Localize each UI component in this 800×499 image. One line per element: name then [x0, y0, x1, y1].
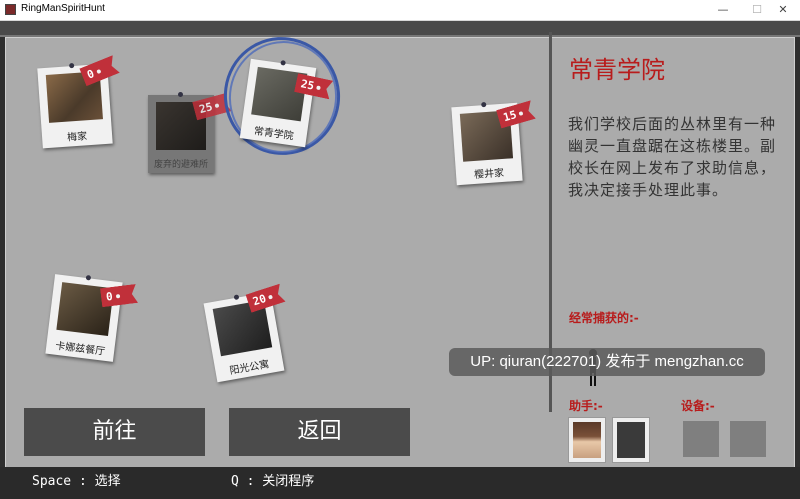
price-value: 15: [501, 108, 519, 125]
equipment-slot-2[interactable]: [730, 421, 766, 457]
location-card-sakurai-house[interactable]: 樱井家 15: [451, 101, 522, 186]
captured-label: 经常捕获的:-: [569, 311, 639, 325]
top-strip: [0, 21, 800, 37]
window-titlebar: RingManSpiritHunt — ☐ ✕: [0, 0, 800, 21]
pin-icon: [280, 60, 286, 66]
location-name: 废弃的避难所: [153, 160, 208, 170]
watermark-overlay: UP: qiuran(222701) 发布于 mengzhan.cc: [449, 348, 765, 376]
location-card-sunshine-apartment[interactable]: 阳光公寓 20: [203, 291, 285, 383]
pin-icon: [178, 92, 183, 97]
location-name: 梅家: [66, 131, 88, 144]
q-key-hint: Q : 关闭程序: [231, 474, 315, 489]
pin-icon: [233, 294, 240, 301]
price-value: 0: [105, 289, 114, 304]
location-card-mei-house[interactable]: 梅家 0: [37, 64, 112, 149]
location-card-abandoned-shelter[interactable]: 废弃的避难所 25: [148, 92, 214, 173]
location-title: 常青学院: [569, 56, 665, 84]
space-key-hint: Space : 选择: [32, 474, 121, 489]
pin-icon: [85, 274, 92, 281]
close-button[interactable]: ✕: [766, 0, 800, 20]
equipment-label: 设备:-: [681, 399, 715, 413]
assistant-card-portrait[interactable]: [568, 417, 606, 463]
footer-bar: Space : 选择 Q : 关闭程序: [0, 467, 800, 499]
pin-icon: [69, 62, 75, 69]
app-icon: [5, 4, 16, 15]
pin-icon: [481, 101, 487, 108]
price-value: 20: [251, 291, 268, 309]
assistant-card-empty[interactable]: [612, 417, 650, 463]
location-card-kanazi-restaurant[interactable]: 卡娜兹餐厅 0: [45, 274, 122, 362]
price-value: 25: [197, 100, 214, 117]
price-value: 0: [85, 67, 97, 82]
go-button[interactable]: 前往: [24, 408, 205, 456]
location-card-evergreen-academy[interactable]: 常青学院 25: [239, 58, 316, 148]
price-value: 25: [299, 77, 316, 93]
location-name: 樱井家: [473, 167, 505, 181]
assistant-label: 助手:-: [569, 399, 603, 413]
assistant-empty-image: [617, 422, 645, 458]
equipment-slot-1[interactable]: [683, 421, 719, 457]
location-description: 我们学校后面的丛林里有一种幽灵一直盘踞在这栋楼里。副校长在网上发布了求助信息，我…: [568, 115, 777, 199]
minimize-button[interactable]: —: [706, 0, 740, 20]
back-button[interactable]: 返回: [229, 408, 410, 456]
window-title: RingManSpiritHunt: [21, 3, 105, 14]
assistant-portrait-image: [573, 422, 601, 458]
